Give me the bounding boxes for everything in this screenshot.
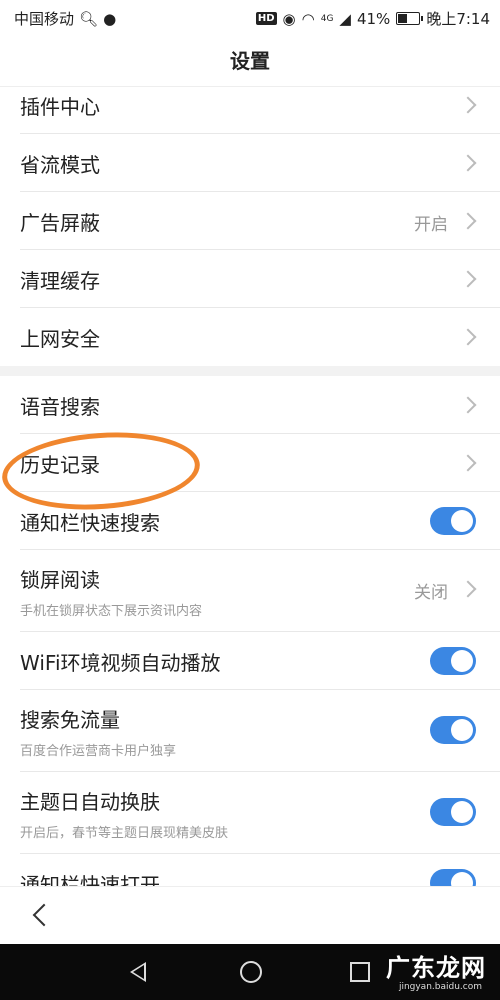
back-icon[interactable] bbox=[32, 903, 56, 927]
settings-row[interactable]: 省流模式 bbox=[0, 134, 500, 192]
settings-row-label: 搜索免流量 bbox=[20, 708, 120, 732]
toggle-switch[interactable] bbox=[430, 869, 476, 886]
settings-row[interactable]: 清理缓存 bbox=[0, 250, 500, 308]
signal-icon: ◢ bbox=[339, 9, 351, 28]
eye-icon: ◉ bbox=[282, 9, 296, 28]
toggle-knob bbox=[451, 650, 473, 672]
bottom-toolbar bbox=[0, 886, 500, 945]
settings-row[interactable]: 插件中心 bbox=[0, 76, 500, 134]
toggle-knob bbox=[451, 872, 473, 886]
nav-recent-icon[interactable] bbox=[350, 962, 370, 982]
nav-back-icon[interactable] bbox=[130, 962, 146, 982]
settings-row-label: 省流模式 bbox=[20, 153, 100, 177]
battery-icon bbox=[396, 12, 424, 25]
settings-row-label: 广告屏蔽 bbox=[20, 211, 100, 235]
settings-row[interactable]: 上网安全 bbox=[0, 308, 500, 366]
settings-row-subtitle: 手机在锁屏状态下展示资讯内容 bbox=[20, 604, 203, 619]
chevron-right-icon bbox=[459, 580, 477, 598]
section-divider bbox=[0, 366, 500, 376]
search-icon: 🔍︎ bbox=[79, 9, 99, 28]
settings-row-label: 历史记录 bbox=[20, 453, 100, 477]
settings-row-label: 语音搜索 bbox=[20, 395, 100, 419]
toggle-switch[interactable] bbox=[430, 798, 476, 826]
chevron-right-icon bbox=[459, 96, 477, 114]
settings-row[interactable]: 语音搜索 bbox=[0, 376, 500, 434]
settings-row-label: 通知栏快速搜索 bbox=[20, 511, 160, 535]
settings-row-subtitle: 百度合作运营商卡用户独享 bbox=[20, 744, 177, 759]
wifi-icon: ◠ bbox=[301, 9, 315, 28]
settings-row-label: WiFi环境视频自动播放 bbox=[20, 651, 221, 675]
battery-percent: 41% bbox=[356, 9, 391, 28]
carrier-label: 中国移动 bbox=[14, 10, 75, 28]
chevron-right-icon bbox=[459, 396, 477, 414]
settings-row-label: 上网安全 bbox=[20, 327, 100, 351]
settings-row[interactable]: 广告屏蔽 开启 bbox=[0, 192, 500, 250]
settings-row[interactable]: WiFi环境视频自动播放 bbox=[0, 632, 500, 690]
settings-row[interactable]: 锁屏阅读手机在锁屏状态下展示资讯内容 关闭 bbox=[0, 550, 500, 632]
settings-row[interactable]: 历史记录 bbox=[0, 434, 500, 492]
toggle-knob bbox=[451, 510, 473, 532]
clock: 晚上7:14 bbox=[426, 10, 490, 28]
watermark-logo: 广东龙网 bbox=[386, 953, 486, 982]
settings-row-value: 开启 bbox=[414, 215, 448, 235]
toggle-switch[interactable] bbox=[430, 507, 476, 535]
settings-list: 插件中心 省流模式 广告屏蔽 开启 清理缓存 上网安全 语音搜索 历史记录 通知栏快速搜索 锁屏阅… bbox=[0, 76, 500, 886]
network-type: 4G bbox=[320, 13, 334, 24]
settings-row-label: 插件中心 bbox=[20, 95, 100, 119]
settings-row-label: 通知栏快速打开 bbox=[20, 873, 160, 886]
toggle-switch[interactable] bbox=[430, 716, 476, 744]
settings-row-label: 锁屏阅读 bbox=[20, 568, 100, 592]
settings-row[interactable]: 通知栏快速搜索 bbox=[0, 492, 500, 550]
settings-row[interactable]: 搜索免流量百度合作运营商卡用户独享 bbox=[0, 690, 500, 772]
chevron-right-icon bbox=[459, 270, 477, 288]
nav-home-icon[interactable] bbox=[240, 961, 262, 983]
toggle-knob bbox=[451, 801, 473, 823]
settings-row-subtitle: 开启后，春节等主题日展现精美皮肤 bbox=[20, 826, 229, 841]
settings-row-value: 关闭 bbox=[414, 583, 448, 603]
wechat-icon: ● bbox=[103, 9, 117, 28]
toggle-knob bbox=[451, 719, 473, 741]
chevron-right-icon bbox=[459, 212, 477, 230]
hd-badge: HD bbox=[255, 12, 277, 25]
settings-row-label: 主题日自动换肤 bbox=[20, 790, 160, 814]
chevron-right-icon bbox=[459, 328, 477, 346]
chevron-right-icon bbox=[459, 454, 477, 472]
status-bar: 中国移动 🔍︎ ● HD ◉ ◠ 4G ◢ 41% 晚上7:14 bbox=[0, 0, 500, 36]
settings-row[interactable]: 通知栏快速打开 bbox=[0, 854, 500, 886]
chevron-right-icon bbox=[459, 154, 477, 172]
settings-row-label: 清理缓存 bbox=[20, 269, 100, 293]
settings-row[interactable]: 主题日自动换肤开启后，春节等主题日展现精美皮肤 bbox=[0, 772, 500, 854]
toggle-switch[interactable] bbox=[430, 647, 476, 675]
watermark-url: jingyan.baidu.com bbox=[398, 982, 482, 992]
